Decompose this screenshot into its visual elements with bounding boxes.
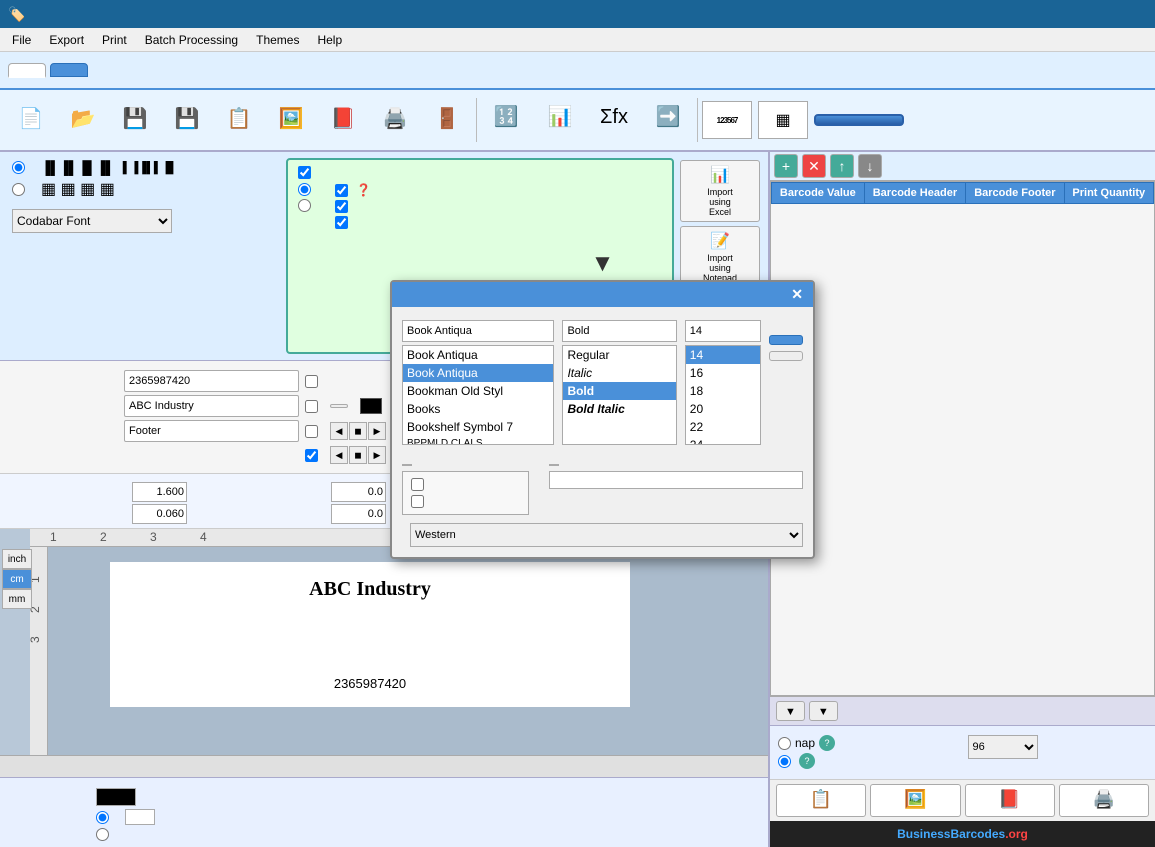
strikeout-row <box>411 478 520 491</box>
down-arrow-icon: ▼ <box>591 250 615 278</box>
size-18[interactable]: 18 <box>686 382 760 400</box>
sample-label <box>549 464 559 466</box>
effects-label <box>402 464 412 466</box>
arrow-indicator: ▼ <box>591 250 615 278</box>
underline-cb[interactable] <box>411 495 424 508</box>
size-22[interactable]: 22 <box>686 418 760 436</box>
font-dialog-title-bar: ✕ <box>392 282 813 307</box>
font-item-2[interactable]: Book Antiqua <box>403 364 553 382</box>
style-bold-italic[interactable]: Bold Italic <box>563 400 675 418</box>
font-item-5[interactable]: Bookshelf Symbol 7 <box>403 418 553 436</box>
font-search-input[interactable] <box>402 320 554 342</box>
font-item-6[interactable]: BPPMLD CLALS <box>403 436 553 445</box>
size-column: 14 16 18 20 22 24 26 <box>685 317 761 445</box>
font-item-1[interactable]: Book Antiqua <box>403 346 553 364</box>
size-list: 14 16 18 20 22 24 26 <box>685 345 761 445</box>
sample-section <box>549 455 803 515</box>
font-dialog-close-button[interactable]: ✕ <box>791 286 803 303</box>
style-input[interactable] <box>562 320 676 342</box>
font-cancel-button[interactable] <box>769 351 803 361</box>
style-regular[interactable]: Regular <box>563 346 675 364</box>
size-20[interactable]: 20 <box>686 400 760 418</box>
dialog-buttons <box>769 335 803 445</box>
size-24[interactable]: 24 <box>686 436 760 445</box>
font-item-4[interactable]: Books <box>403 400 553 418</box>
style-bold[interactable]: Bold <box>563 382 675 400</box>
font-item-3[interactable]: Bookman Old Styl <box>403 382 553 400</box>
style-italic[interactable]: Italic <box>563 364 675 382</box>
font-dialog-overlay: ✕ ▼ Book Antiqua Book Antiqua Bookman Ol… <box>0 0 1155 837</box>
style-column: Regular Italic Bold Bold Italic <box>562 317 676 445</box>
size-14[interactable]: 14 <box>686 346 760 364</box>
size-input[interactable] <box>685 320 761 342</box>
script-row: Western Greek Turkish <box>402 523 803 547</box>
sample-display <box>549 471 803 489</box>
effects-section <box>402 455 529 515</box>
font-dialog: ✕ ▼ Book Antiqua Book Antiqua Bookman Ol… <box>390 280 815 559</box>
font-ok-button[interactable] <box>769 335 803 345</box>
style-list: Regular Italic Bold Bold Italic <box>562 345 676 445</box>
script-select[interactable]: Western Greek Turkish <box>410 523 803 547</box>
effects-box <box>402 471 529 515</box>
font-list: Book Antiqua Book Antiqua Bookman Old St… <box>402 345 554 445</box>
underline-row <box>411 495 520 508</box>
font-dialog-body: Book Antiqua Book Antiqua Bookman Old St… <box>392 307 813 557</box>
size-16[interactable]: 16 <box>686 364 760 382</box>
effects-sample-row <box>402 455 803 515</box>
font-column: Book Antiqua Book Antiqua Bookman Old St… <box>402 317 554 445</box>
font-columns: Book Antiqua Book Antiqua Bookman Old St… <box>402 317 803 445</box>
strikeout-cb[interactable] <box>411 478 424 491</box>
